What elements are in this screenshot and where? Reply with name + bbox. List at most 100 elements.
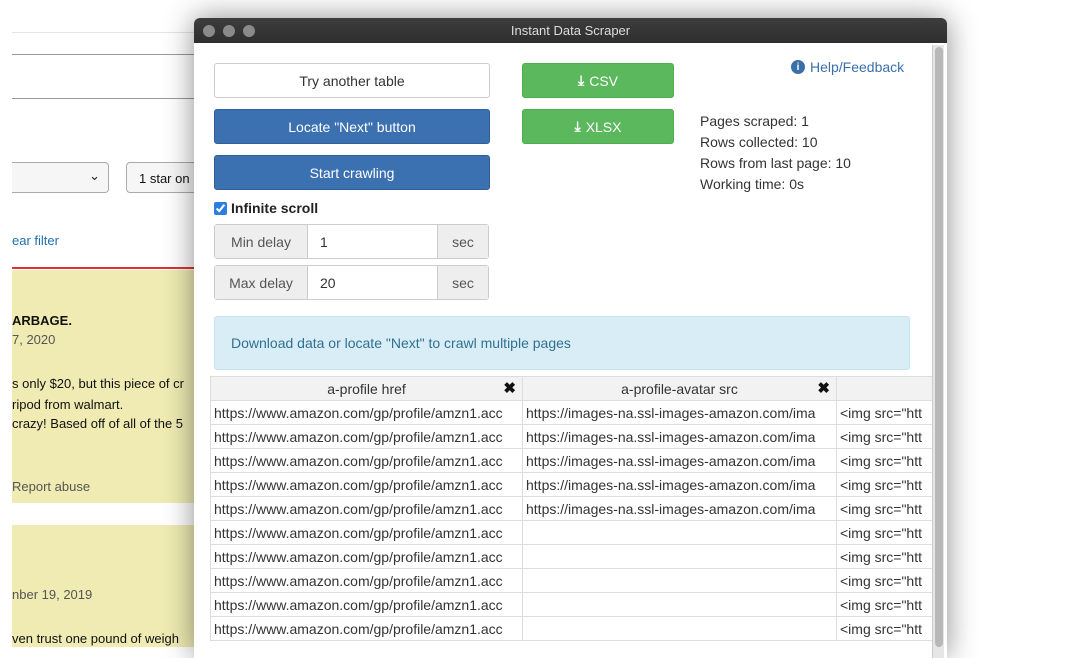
infinite-scroll-option[interactable]: Infinite scroll — [214, 200, 318, 216]
table-row: https://www.amazon.com/gp/profile/amzn1.… — [210, 400, 933, 425]
red-divider — [12, 267, 202, 269]
download-icon: ⤓ — [574, 118, 581, 134]
column-header-label: a-profile href — [327, 380, 406, 397]
pages-scraped: Pages scraped: 1 — [700, 113, 809, 129]
start-crawling-button[interactable]: Start crawling — [214, 155, 490, 190]
button-label: CSV — [589, 72, 618, 89]
min-delay-group: Min delay 1 sec — [214, 224, 489, 259]
table-header-row: a-profile href ✖ a-profile-avatar src ✖ — [210, 376, 933, 401]
title-bar: Instant Data Scraper — [194, 18, 947, 43]
info-icon: i — [791, 60, 805, 74]
column-header[interactable] — [836, 376, 933, 401]
close-window-button[interactable] — [203, 25, 215, 37]
review-date: 7, 2020 — [12, 332, 56, 347]
button-label: Locate "Next" button — [288, 118, 416, 135]
help-label: Help/Feedback — [810, 59, 905, 75]
review-card: ARBAGE. 7, 2020 s only $20, but this pie… — [12, 270, 202, 503]
table-row: https://www.amazon.com/gp/profile/amzn1.… — [210, 568, 933, 593]
column-header-label: a-profile-avatar src — [621, 380, 738, 397]
infinite-scroll-label: Infinite scroll — [231, 200, 319, 216]
xlsx-download-button[interactable]: ⤓ XLSX — [522, 109, 674, 144]
table-cell: <img src="htt — [836, 544, 933, 569]
review-line: ripod from walmart. — [12, 397, 124, 412]
table-cell: https://www.amazon.com/gp/profile/amzn1.… — [210, 520, 523, 545]
table-cell: <img src="htt — [836, 568, 933, 593]
scraper-window: Instant Data Scraper Try another table L… — [194, 18, 947, 658]
csv-download-button[interactable]: ⤓ CSV — [522, 63, 674, 98]
table-cell: <img src="htt — [836, 400, 933, 425]
scrollbar-thumb[interactable] — [935, 47, 943, 647]
working-time: Working time: 0s — [700, 176, 804, 192]
table-row: https://www.amazon.com/gp/profile/amzn1.… — [210, 496, 933, 521]
max-delay-unit: sec — [437, 266, 488, 299]
table-cell: https://images-na.ssl-images-amazon.com/… — [522, 400, 837, 425]
table-row: https://www.amazon.com/gp/profile/amzn1.… — [210, 544, 933, 569]
min-delay-input[interactable]: 1 — [308, 225, 437, 258]
review-date: nber 19, 2019 — [12, 587, 93, 602]
table-cell: https://www.amazon.com/gp/profile/amzn1.… — [210, 616, 523, 641]
review-line: crazy! Based off of all of the 5 — [12, 416, 184, 431]
table-row: https://www.amazon.com/gp/profile/amzn1.… — [210, 592, 933, 617]
table-cell: <img src="htt — [836, 592, 933, 617]
table-cell: https://images-na.ssl-images-amazon.com/… — [522, 424, 837, 449]
table-cell: https://www.amazon.com/gp/profile/amzn1.… — [210, 400, 523, 425]
window-title: Instant Data Scraper — [510, 23, 631, 38]
scrape-stats: Pages scraped: 1 Rows collected: 10 Rows… — [700, 111, 851, 195]
sort-select[interactable]: ⌄ — [12, 162, 109, 193]
button-label: Start crawling — [309, 164, 395, 181]
min-delay-unit: sec — [437, 225, 488, 258]
table-cell: <img src="htt — [836, 448, 933, 473]
rows-collected: Rows collected: 10 — [700, 134, 818, 150]
search-field[interactable] — [12, 54, 202, 99]
table-cell: https://www.amazon.com/gp/profile/amzn1.… — [210, 568, 523, 593]
table-cell: https://www.amazon.com/gp/profile/amzn1.… — [210, 448, 523, 473]
zoom-window-button[interactable] — [243, 25, 255, 37]
minimize-window-button[interactable] — [223, 25, 235, 37]
divider — [12, 32, 202, 33]
max-delay-label: Max delay — [215, 266, 308, 299]
remove-column-icon[interactable]: ✖ — [817, 379, 830, 397]
chevron-down-icon: ⌄ — [89, 168, 100, 183]
button-label: XLSX — [585, 118, 622, 135]
table-cell — [522, 544, 837, 569]
review-line: s only $20, but this piece of cr — [12, 376, 184, 391]
scrollbar[interactable] — [932, 45, 944, 658]
table-cell — [522, 616, 837, 641]
table-cell: https://images-na.ssl-images-amazon.com/… — [522, 448, 837, 473]
data-table: a-profile href ✖ a-profile-avatar src ✖ ht… — [210, 376, 933, 641]
table-cell: https://www.amazon.com/gp/profile/amzn1.… — [210, 424, 523, 449]
button-label: Try another table — [299, 72, 405, 89]
infinite-scroll-checkbox[interactable] — [214, 201, 227, 215]
table-cell — [522, 520, 837, 545]
review-title: ARBAGE. — [12, 313, 72, 328]
download-icon: ⤓ — [578, 72, 585, 88]
table-cell: https://images-na.ssl-images-amazon.com/… — [522, 472, 837, 497]
locate-next-button[interactable]: Locate "Next" button — [214, 109, 490, 144]
report-abuse-link[interactable]: Report abuse — [12, 479, 90, 494]
table-cell: <img src="htt — [836, 616, 933, 641]
max-delay-group: Max delay 20 sec — [214, 265, 489, 300]
clear-filter-link[interactable]: ear filter — [12, 233, 59, 248]
table-row: https://www.amazon.com/gp/profile/amzn1.… — [210, 448, 933, 473]
try-another-table-button[interactable]: Try another table — [214, 63, 490, 98]
rows-from-last-page: Rows from last page: 10 — [700, 155, 851, 171]
table-row: https://www.amazon.com/gp/profile/amzn1.… — [210, 520, 933, 545]
table-cell — [522, 568, 837, 593]
column-header[interactable]: a-profile href ✖ — [210, 376, 523, 401]
review-line: ven trust one pound of weigh — [12, 631, 179, 646]
table-cell: https://images-na.ssl-images-amazon.com/… — [522, 496, 837, 521]
table-row: https://www.amazon.com/gp/profile/amzn1.… — [210, 424, 933, 449]
column-header[interactable]: a-profile-avatar src ✖ — [522, 376, 837, 401]
background-page: ⌄ 1 star on ear filter ARBAGE. 7, 2020 s… — [0, 0, 206, 647]
min-delay-label: Min delay — [215, 225, 308, 258]
max-delay-input[interactable]: 20 — [308, 266, 437, 299]
help-feedback-link[interactable]: i Help/Feedback — [791, 59, 904, 75]
table-cell: <img src="htt — [836, 424, 933, 449]
table-cell: <img src="htt — [836, 520, 933, 545]
table-cell — [522, 592, 837, 617]
table-row: https://www.amazon.com/gp/profile/amzn1.… — [210, 616, 933, 641]
alert-text: Download data or locate "Next" to crawl … — [231, 335, 571, 351]
info-alert: Download data or locate "Next" to crawl … — [214, 316, 910, 370]
table-row: https://www.amazon.com/gp/profile/amzn1.… — [210, 472, 933, 497]
remove-column-icon[interactable]: ✖ — [503, 379, 516, 397]
